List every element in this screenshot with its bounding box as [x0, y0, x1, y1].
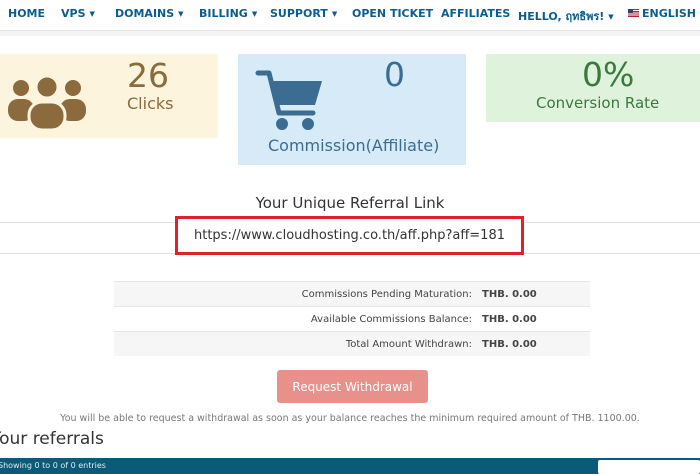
nav-user-label: HELLO, ฤทธิพร! [518, 10, 605, 23]
summary-label: Available Commissions Balance: [310, 314, 472, 325]
chevron-down-icon: ▼ [331, 10, 338, 18]
nav-support[interactable]: SUPPORT ▼ [270, 7, 337, 20]
table-row: Commissions Pending Maturation: THB. 0.0… [114, 281, 590, 306]
clicks-count: 26 [127, 56, 169, 95]
summary-value: THB. 0.00 [482, 339, 537, 350]
search-input[interactable] [598, 460, 700, 474]
summary-value: THB. 0.00 [482, 289, 537, 300]
entries-info: Showing 0 to 0 of 0 entries [0, 461, 106, 470]
table-row: Available Commissions Balance: THB. 0.00 [114, 306, 590, 331]
commission-stat-card: 0 Commission(Affiliate) [238, 54, 466, 165]
nav-open-ticket[interactable]: OPEN TICKET [352, 7, 433, 20]
header-divider [0, 31, 700, 36]
nav-user-menu[interactable]: HELLO, ฤทธิพร! ▼ [518, 7, 614, 25]
clicks-label: Clicks [127, 94, 174, 113]
nav-domains[interactable]: DOMAINS ▼ [115, 7, 184, 20]
clicks-stat-card: 26 Clicks [0, 54, 218, 138]
commission-amount: 0 [384, 55, 405, 94]
table-row: Total Amount Withdrawn: THB. 0.00 [114, 331, 590, 356]
nav-language-label: ENGLISH [642, 7, 696, 20]
nav-home[interactable]: HOME [8, 7, 45, 20]
nav-home-label: HOME [8, 7, 46, 20]
nav-billing[interactable]: BILLING ▼ [199, 7, 257, 20]
nav-language[interactable]: ENGLISH▼ [628, 7, 700, 20]
commission-label: Commission(Affiliate) [268, 136, 440, 155]
summary-value: THB. 0.00 [482, 314, 537, 325]
conversion-rate-label: Conversion Rate [536, 94, 660, 112]
top-navbar: HOME VPS ▼ DOMAINS ▼ BILLING ▼ SUPPORT ▼ OPE… [0, 0, 700, 31]
us-flag-icon [628, 9, 639, 17]
nav-domains-label: DOMAINS [115, 7, 175, 20]
nav-affiliates[interactable]: AFFILIATES [441, 7, 510, 20]
summary-label: Total Amount Withdrawn: [345, 339, 472, 350]
users-group-icon [8, 74, 86, 132]
chevron-down-icon: ▼ [251, 10, 258, 18]
nav-vps[interactable]: VPS ▼ [61, 7, 95, 20]
withdrawal-minimum-note: You will be able to request a withdrawal… [60, 413, 640, 424]
nav-vps-label: VPS [61, 7, 86, 20]
request-withdrawal-button[interactable]: Request Withdrawal [277, 370, 428, 403]
nav-billing-label: BILLING [199, 7, 248, 20]
nav-open-ticket-label: OPEN TICKET [352, 7, 434, 20]
nav-affiliates-label: AFFILIATES [441, 7, 511, 20]
commission-summary-table: Commissions Pending Maturation: THB. 0.0… [114, 281, 590, 356]
chevron-down-icon: ▼ [608, 13, 614, 21]
conversion-stat-card: 0% Conversion Rate [486, 54, 700, 122]
referrals-heading: Your referrals [0, 429, 104, 449]
referral-link-title: Your Unique Referral Link [255, 194, 445, 212]
referrals-table-header: Showing 0 to 0 of 0 entries [0, 458, 700, 474]
shopping-cart-icon [255, 70, 322, 130]
nav-support-label: SUPPORT [270, 7, 328, 20]
chevron-down-icon: ▼ [178, 10, 184, 18]
referral-link-field[interactable]: https://www.cloudhosting.co.th/aff.php?a… [175, 216, 524, 255]
conversion-rate-value: 0% [582, 55, 635, 94]
summary-label: Commissions Pending Maturation: [301, 289, 472, 300]
chevron-down-icon: ▼ [89, 10, 95, 18]
